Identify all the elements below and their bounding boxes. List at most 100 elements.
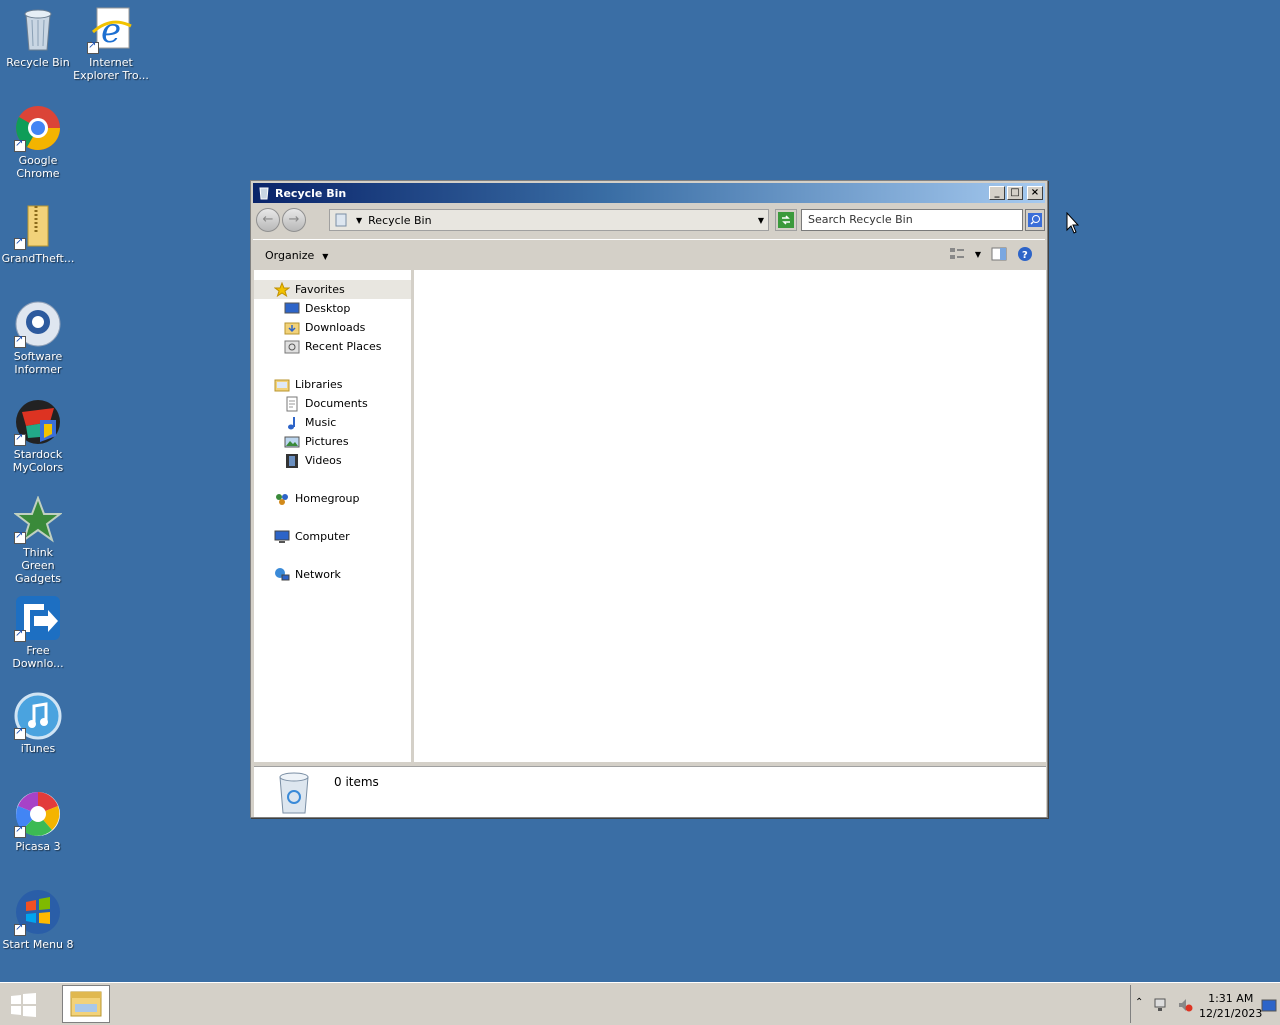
shortcut-arrow-icon (14, 138, 26, 152)
svg-text:e: e (101, 11, 121, 51)
desktop-icon-stardock-mycolors[interactable]: Stardock MyColors (0, 398, 76, 474)
start-menu-icon (14, 888, 62, 936)
address-text: Recycle Bin (368, 213, 432, 227)
desktop-icon-free-download[interactable]: Free Downlo... (0, 594, 76, 670)
search-button[interactable] (1025, 209, 1045, 231)
desktop-icon-think-green-gadgets[interactable]: Think Green Gadgets (0, 495, 76, 585)
show-hidden-icons-button[interactable]: ⌃ (1135, 997, 1143, 1008)
maximize-button[interactable]: □ (1007, 186, 1023, 200)
item-count: 0 items (334, 775, 379, 789)
nav-item-downloads[interactable]: Downloads (254, 318, 411, 337)
desktop-icon-label: Recycle Bin (6, 56, 70, 69)
clock-time: 1:31 AM (1208, 992, 1254, 1005)
minimize-button[interactable]: _ (989, 186, 1005, 200)
shortcut-arrow-icon (14, 726, 26, 740)
nav-item-computer[interactable]: Computer (254, 527, 411, 546)
nav-label: Downloads (305, 321, 366, 334)
network-status-icon[interactable] (1153, 997, 1169, 1013)
videos-icon (286, 453, 298, 468)
desktop-icon-software-informer[interactable]: Software Informer (0, 300, 76, 376)
downloads-folder-icon (284, 322, 300, 334)
organize-label: Organize (265, 248, 315, 262)
help-icon[interactable]: ? (1017, 246, 1033, 262)
nav-label: Music (305, 416, 337, 429)
view-options-dropdown-icon[interactable]: ▼ (975, 250, 981, 259)
show-desktop-icon[interactable] (1261, 999, 1277, 1013)
shortcut-arrow-icon (14, 432, 26, 446)
chrome-icon (14, 104, 62, 152)
desktop-icon-label: GrandTheft... (1, 252, 75, 265)
clock-date: 12/21/2023 (1199, 1007, 1263, 1020)
desktop-icon-grandtheft[interactable]: GrandTheft... (0, 202, 76, 265)
recycle-bin-icon (335, 213, 347, 227)
organize-button[interactable]: Organize ▼ (265, 249, 328, 262)
breadcrumb-arrow-icon[interactable]: ▼ (356, 216, 362, 225)
nav-item-documents[interactable]: Documents (254, 394, 411, 413)
volume-muted-icon[interactable] (1177, 997, 1193, 1013)
nav-label: Desktop (305, 302, 351, 315)
desktop-icon-picasa[interactable]: Picasa 3 (0, 790, 76, 853)
nav-item-pictures[interactable]: Pictures (254, 432, 411, 451)
shortcut-arrow-icon (14, 236, 26, 250)
desktop-icon-start-menu-8[interactable]: Start Menu 8 (0, 888, 76, 951)
chevron-down-icon: ▼ (322, 251, 329, 261)
nav-item-favorites[interactable]: Favorites (254, 280, 411, 299)
shortcut-arrow-icon (14, 824, 26, 838)
desktop-icon-label: iTunes (20, 742, 56, 755)
nav-label: Libraries (295, 378, 343, 391)
navigation-bar: ← → ▼ Recycle Bin ▼ Search Recycle Bin (253, 205, 1045, 235)
nav-item-videos[interactable]: Videos (254, 451, 411, 470)
back-button[interactable]: ← (256, 208, 280, 232)
recycle-bin-icon (14, 6, 62, 54)
desktop-icon-recycle-bin[interactable]: Recycle Bin (0, 6, 76, 69)
pictures-icon (284, 436, 300, 447)
internet-explorer-icon: e (87, 6, 135, 54)
taskbar: ⌃ 1:31 AM 12/21/2023 (0, 982, 1280, 1025)
libraries-icon (274, 379, 290, 391)
window-title: Recycle Bin (275, 186, 347, 200)
start-button[interactable] (8, 991, 38, 1019)
desktop-icon-label: Start Menu 8 (2, 938, 74, 951)
change-view-icon[interactable] (949, 247, 965, 261)
desktop-icon-label: Stardock MyColors (12, 448, 64, 474)
nav-label: Computer (295, 530, 350, 543)
documents-icon (286, 396, 298, 411)
close-button[interactable]: × (1027, 186, 1043, 200)
file-list-area[interactable] (414, 270, 1046, 762)
nav-label: Network (295, 568, 341, 581)
forward-button[interactable]: → (282, 208, 306, 232)
stardock-icon (14, 398, 62, 446)
search-icon (1028, 213, 1042, 227)
desktop-icon-internet-explorer[interactable]: e Internet Explorer Tro... (73, 6, 149, 82)
picasa-icon (14, 790, 62, 838)
desktop-icon-label: Google Chrome (16, 154, 60, 180)
details-pane: 0 items (254, 766, 1046, 817)
refresh-button[interactable] (775, 209, 797, 231)
nav-label: Favorites (295, 283, 345, 296)
nav-item-recent-places[interactable]: Recent Places (254, 337, 411, 356)
desktop-icon-google-chrome[interactable]: Google Chrome (0, 104, 76, 180)
nav-label: Videos (305, 454, 342, 467)
taskbar-explorer-button[interactable] (62, 985, 110, 1023)
window-titlebar[interactable]: Recycle Bin _ □ × (253, 183, 1045, 203)
nav-item-homegroup[interactable]: Homegroup (254, 489, 411, 508)
desktop-icon-label: Software Informer (13, 350, 63, 376)
preview-pane-icon[interactable] (991, 247, 1007, 261)
desktop-icon-itunes[interactable]: iTunes (0, 692, 76, 755)
system-tray: ⌃ 1:31 AM 12/21/2023 (1130, 985, 1279, 1023)
address-dropdown-icon[interactable]: ▼ (754, 216, 768, 225)
address-bar[interactable]: ▼ Recycle Bin ▼ (329, 209, 769, 231)
desktop-icon-label: Free Downlo... (12, 644, 64, 670)
nav-label: Pictures (305, 435, 349, 448)
nav-item-network[interactable]: Network (254, 565, 411, 584)
music-icon (288, 416, 295, 429)
clock[interactable]: 1:31 AM 12/21/2023 (1199, 991, 1262, 1021)
star-icon (274, 281, 290, 297)
search-input[interactable]: Search Recycle Bin (801, 209, 1023, 231)
nav-item-music[interactable]: Music (254, 413, 411, 432)
nav-item-desktop[interactable]: Desktop (254, 299, 411, 318)
recycle-bin-icon (259, 187, 269, 200)
star-gadgets-icon (13, 495, 63, 544)
nav-item-libraries[interactable]: Libraries (254, 375, 411, 394)
homegroup-icon (276, 493, 288, 505)
